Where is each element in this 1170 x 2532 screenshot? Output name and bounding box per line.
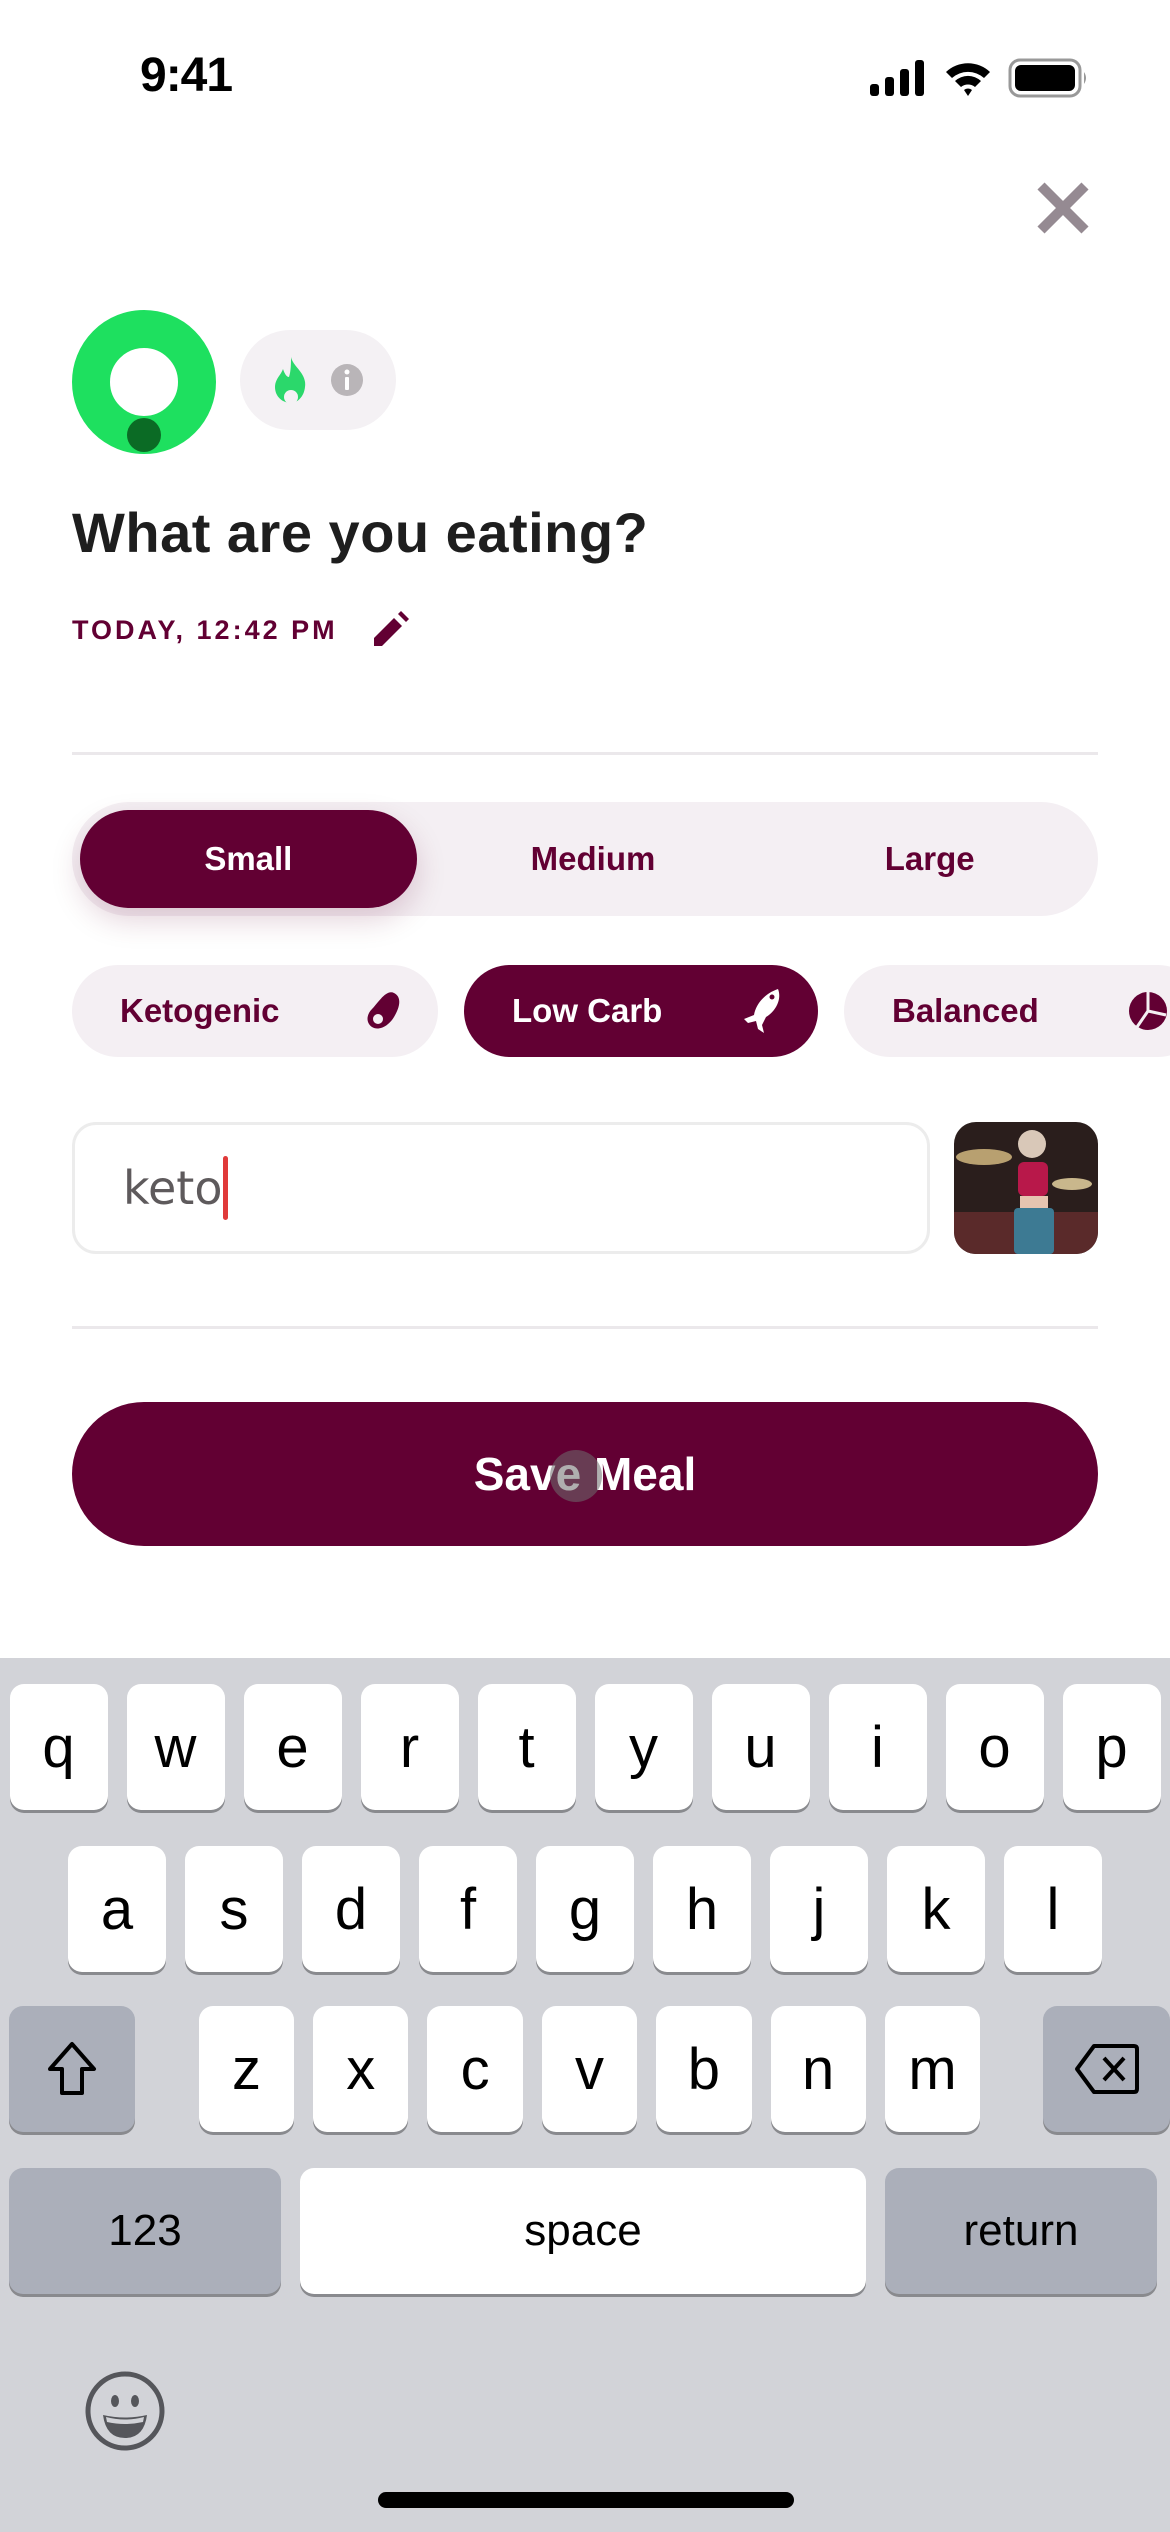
diet-chip-balanced[interactable]: Balanced [844, 965, 1170, 1057]
diet-chip-label: Ketogenic [120, 992, 280, 1029]
key-c[interactable]: c [427, 2006, 523, 2132]
key-j[interactable]: j [770, 1846, 868, 1972]
status-icons [870, 58, 1090, 98]
portion-large[interactable]: Large [761, 802, 1098, 916]
key-s[interactable]: s [185, 1846, 283, 1972]
key-z[interactable]: z [198, 2006, 295, 2132]
key-r[interactable]: r [360, 1684, 459, 1810]
key-w[interactable]: w [126, 1684, 225, 1810]
keyboard-row-4: 123 space return [0, 2168, 1170, 2294]
diet-chip-label: Balanced [892, 992, 1039, 1029]
divider-bottom [72, 1326, 1098, 1329]
pie-chart-icon [1129, 992, 1167, 1030]
info-icon[interactable] [330, 363, 364, 397]
numbers-key[interactable]: 123 [9, 2168, 281, 2294]
edit-date-button[interactable] [368, 608, 412, 652]
key-b[interactable]: b [656, 2006, 752, 2132]
key-a[interactable]: a [68, 1846, 166, 1972]
touch-indicator [550, 1450, 602, 1502]
key-q[interactable]: q [9, 1684, 108, 1810]
close-button[interactable] [1030, 175, 1096, 241]
keyboard-row-2: a s d f g h j k l [0, 1846, 1170, 1972]
shift-icon [48, 2042, 97, 2095]
emoji-icon [85, 2371, 165, 2451]
keyboard-row-3: z x c v b n m [0, 2006, 1170, 2132]
diet-chip-low-carb[interactable]: Low Carb [464, 965, 818, 1057]
meal-photo-thumbnail[interactable] [954, 1122, 1098, 1254]
portion-size-selector: Small Medium Large [72, 802, 1098, 916]
key-o[interactable]: o [945, 1684, 1044, 1810]
avocado-icon [367, 992, 400, 1029]
backspace-icon [1074, 2044, 1139, 2094]
status-time: 9:41 [140, 49, 233, 102]
date-time-row: TODAY, 12:42 PM [72, 608, 412, 652]
diet-type-selector: Ketogenic Low Carb Balanced [72, 965, 1170, 1057]
key-h[interactable]: h [653, 1846, 751, 1972]
meal-input-value: keto [123, 1161, 223, 1215]
keyboard: q w e r t y u i o p a s d f g h j k l z … [0, 1658, 1170, 2532]
key-e[interactable]: e [243, 1684, 342, 1810]
status-bar: 9:41 [0, 0, 1170, 150]
pencil-icon [373, 611, 409, 646]
photo-image [954, 1122, 1098, 1254]
shift-key[interactable] [9, 2006, 136, 2132]
delete-key[interactable] [1043, 2006, 1170, 2132]
divider-top [72, 752, 1098, 755]
cellular-signal-icon [870, 60, 924, 96]
return-key[interactable]: return [885, 2168, 1157, 2294]
key-l[interactable]: l [1004, 1846, 1102, 1972]
key-y[interactable]: y [594, 1684, 693, 1810]
portion-small[interactable]: Small [80, 810, 417, 908]
key-f[interactable]: f [419, 1846, 517, 1972]
close-icon [1037, 182, 1089, 234]
key-x[interactable]: x [313, 2006, 409, 2132]
key-k[interactable]: k [887, 1846, 985, 1972]
key-m[interactable]: m [884, 2006, 981, 2132]
key-u[interactable]: u [711, 1684, 810, 1810]
key-p[interactable]: p [1062, 1684, 1161, 1810]
text-caret [223, 1156, 229, 1220]
meal-date-time: TODAY, 12:42 PM [72, 614, 338, 645]
home-indicator [378, 2492, 794, 2508]
battery-icon [1008, 58, 1086, 98]
streak-info-pill[interactable] [240, 330, 396, 430]
progress-ring-icon [72, 310, 216, 454]
key-t[interactable]: t [477, 1684, 576, 1810]
portion-medium[interactable]: Medium [425, 802, 762, 916]
space-key[interactable]: space [300, 2168, 866, 2294]
fish-icon [744, 989, 780, 1033]
keyboard-row-1: q w e r t y u i o p [0, 1684, 1170, 1810]
flame-icon [274, 357, 305, 403]
key-d[interactable]: d [302, 1846, 400, 1972]
key-v[interactable]: v [541, 2006, 638, 2132]
key-n[interactable]: n [770, 2006, 866, 2132]
diet-chip-label: Low Carb [512, 992, 663, 1029]
wifi-icon [946, 63, 990, 96]
meal-search-input[interactable]: keto [72, 1122, 930, 1254]
key-g[interactable]: g [536, 1846, 634, 1972]
diet-chip-ketogenic[interactable]: Ketogenic [72, 965, 438, 1057]
key-i[interactable]: i [828, 1684, 927, 1810]
page-title: What are you eating? [72, 501, 649, 564]
emoji-button[interactable] [84, 2370, 166, 2452]
